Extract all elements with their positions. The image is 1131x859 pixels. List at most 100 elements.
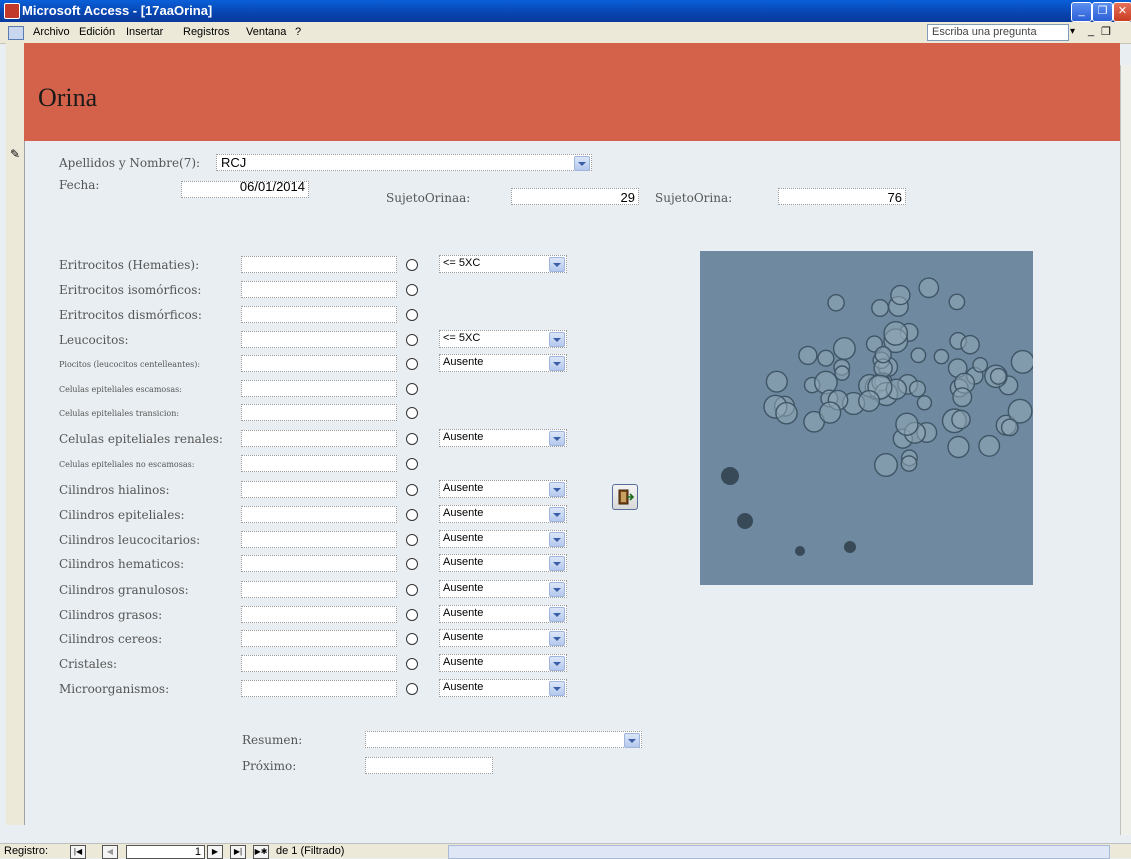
row-option-radio[interactable] (406, 658, 418, 670)
chevron-down-icon[interactable] (549, 356, 565, 371)
cell-shape (874, 345, 892, 364)
ask-question-input[interactable]: Escriba una pregunta (927, 24, 1069, 41)
fecha-field[interactable]: 06/01/2014 (181, 179, 309, 198)
minimize-button[interactable]: _ (1071, 2, 1092, 22)
cell-shape (910, 347, 927, 364)
menu-ventana[interactable]: Ventana (246, 26, 286, 38)
chevron-down-icon[interactable] (549, 582, 565, 597)
exit-form-button[interactable] (612, 484, 638, 510)
row-label: Cristales: (59, 657, 118, 671)
row-option-radio[interactable] (406, 259, 418, 271)
ask-dropdown-icon[interactable]: ▾ (1070, 26, 1075, 37)
row-result-combo[interactable]: Ausente (439, 480, 567, 498)
row-option-radio[interactable] (406, 509, 418, 521)
cell-shape (916, 395, 933, 411)
row-result-combo[interactable]: Ausente (439, 354, 567, 372)
row-option-radio[interactable] (406, 383, 418, 395)
sujetoorina-label: SujetoOrina: (655, 191, 733, 205)
chevron-down-icon[interactable] (624, 733, 640, 748)
row-result-value: Ausente (443, 556, 484, 568)
menu-edicion[interactable]: Edición (79, 26, 115, 38)
resumen-combo[interactable] (365, 731, 642, 748)
row-result-combo[interactable]: Ausente (439, 429, 567, 447)
row-option-radio[interactable] (406, 683, 418, 695)
chevron-down-icon[interactable] (549, 507, 565, 522)
chevron-down-icon[interactable] (549, 556, 565, 571)
menu-help[interactable]: ? (295, 26, 301, 38)
window-title-bar: Microsoft Access - [17aaOrina] _ ❐ ✕ (0, 0, 1131, 22)
row-label: Cilindros granulosos: (59, 583, 189, 597)
row-value-field[interactable] (241, 531, 397, 548)
row-value-field[interactable] (241, 306, 397, 323)
row-value-field[interactable] (241, 380, 397, 397)
chevron-down-icon[interactable] (549, 257, 565, 272)
apellidos-combo[interactable]: RCJ (216, 154, 592, 171)
chevron-down-icon[interactable] (549, 681, 565, 696)
row-option-radio[interactable] (406, 334, 418, 346)
row-result-combo[interactable]: Ausente (439, 530, 567, 548)
row-option-radio[interactable] (406, 484, 418, 496)
row-value-field[interactable] (241, 455, 397, 472)
form-window-icon[interactable] (8, 26, 24, 40)
row-value-field[interactable] (241, 281, 397, 298)
row-result-combo[interactable]: Ausente (439, 605, 567, 623)
row-option-radio[interactable] (406, 433, 418, 445)
row-option-radio[interactable] (406, 358, 418, 370)
row-result-combo[interactable]: <= 5XC (439, 330, 567, 348)
row-value-field[interactable] (241, 331, 397, 348)
vertical-scrollbar[interactable] (1120, 65, 1131, 835)
cell-shape (871, 299, 890, 318)
chevron-down-icon[interactable] (549, 631, 565, 646)
row-option-radio[interactable] (406, 458, 418, 470)
sujetoorina-field[interactable]: 76 (778, 188, 906, 205)
child-minimize-icon[interactable]: _ (1088, 25, 1094, 37)
row-option-radio[interactable] (406, 534, 418, 546)
row-result-value: Ausente (443, 431, 484, 443)
row-option-radio[interactable] (406, 584, 418, 596)
row-option-radio[interactable] (406, 407, 418, 419)
row-option-radio[interactable] (406, 558, 418, 570)
row-option-radio[interactable] (406, 309, 418, 321)
chevron-down-icon[interactable] (549, 607, 565, 622)
row-option-radio[interactable] (406, 284, 418, 296)
chevron-down-icon[interactable] (549, 482, 565, 497)
chevron-down-icon[interactable] (574, 156, 590, 171)
row-value-field[interactable] (241, 506, 397, 523)
cell-shape (948, 293, 966, 311)
row-value-field[interactable] (241, 581, 397, 598)
row-value-field[interactable] (241, 355, 397, 372)
row-result-combo[interactable]: Ausente (439, 679, 567, 697)
menu-archivo[interactable]: Archivo (33, 26, 70, 38)
row-result-combo[interactable]: Ausente (439, 554, 567, 572)
row-option-radio[interactable] (406, 609, 418, 621)
menu-registros[interactable]: Registros (183, 26, 229, 38)
chevron-down-icon[interactable] (549, 656, 565, 671)
chevron-down-icon[interactable] (549, 532, 565, 547)
row-value-field[interactable] (241, 555, 397, 572)
menu-insertar[interactable]: Insertar (126, 26, 163, 38)
chevron-down-icon[interactable] (549, 332, 565, 347)
row-option-radio[interactable] (406, 633, 418, 645)
row-value-field[interactable] (241, 256, 397, 273)
row-value-field[interactable] (241, 680, 397, 697)
record-selector[interactable]: ✎ (6, 43, 25, 825)
child-restore-icon[interactable]: ❐ (1101, 25, 1111, 38)
proximo-field[interactable] (365, 757, 493, 774)
row-result-combo[interactable]: <= 5XC (439, 255, 567, 273)
close-button[interactable]: ✕ (1113, 2, 1131, 22)
chevron-down-icon[interactable] (549, 431, 565, 446)
row-result-combo[interactable]: Ausente (439, 580, 567, 598)
row-result-combo[interactable]: Ausente (439, 629, 567, 647)
row-value-field[interactable] (241, 655, 397, 672)
sujetoorinaa-field[interactable]: 29 (511, 188, 639, 205)
row-result-combo[interactable]: Ausente (439, 654, 567, 672)
row-result-combo[interactable]: Ausente (439, 505, 567, 523)
row-value-field[interactable] (241, 404, 397, 421)
menu-bar: Archivo Edición Insertar Registros Venta… (0, 22, 1131, 44)
sujetoorinaa-label: SujetoOrinaa: (386, 191, 471, 205)
row-value-field[interactable] (241, 481, 397, 498)
row-value-field[interactable] (241, 606, 397, 623)
row-value-field[interactable] (241, 630, 397, 647)
row-value-field[interactable] (241, 430, 397, 447)
restore-button[interactable]: ❐ (1092, 2, 1113, 22)
